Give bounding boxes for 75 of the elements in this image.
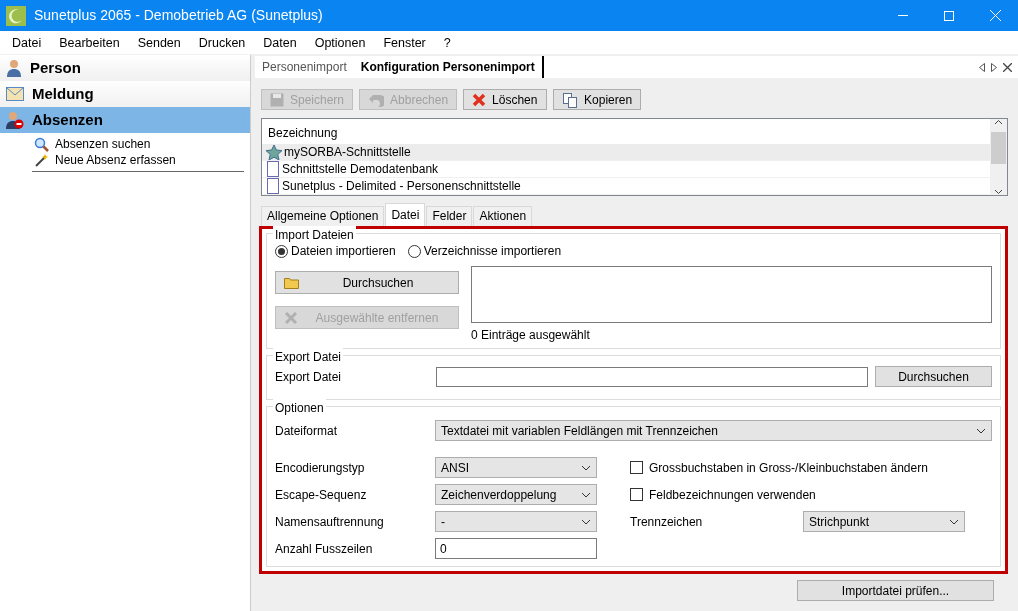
minimize-icon — [898, 15, 908, 16]
undo-arrow-icon — [368, 92, 385, 107]
tab[interactable]: Felder — [426, 206, 473, 226]
scroll-right-icon[interactable] — [991, 62, 997, 72]
dropdown[interactable]: Strichpunkt — [803, 511, 965, 532]
sidebar-task-link[interactable]: Absenzen suchen — [0, 136, 250, 152]
group-title: Import Dateien — [273, 226, 356, 244]
file-button[interactable]: Durchsuchen — [275, 271, 459, 294]
maximize-icon — [944, 10, 954, 21]
tab[interactable]: Datei — [385, 203, 426, 226]
dropdown[interactable]: - — [435, 511, 597, 532]
search-icon — [34, 136, 49, 152]
close-icon — [989, 10, 1001, 21]
browse-button[interactable]: Durchsuchen — [875, 366, 992, 388]
tab[interactable]: Allgemeine Optionen — [261, 206, 385, 226]
field-label: Dateiformat — [275, 422, 339, 440]
person-blocked-icon — [6, 111, 24, 129]
window-title: Sunetplus 2065 - Demobetrieb AG (Sunetplus) — [34, 6, 323, 25]
close-icon[interactable] — [1003, 62, 1012, 72]
menu-item[interactable]: Drucken — [189, 31, 255, 54]
copy-icon — [562, 91, 579, 108]
document-tab[interactable]: Personenimport — [255, 56, 354, 78]
delete-icon — [472, 92, 487, 107]
document-icon — [266, 161, 280, 177]
menu-item[interactable]: Senden — [128, 31, 190, 54]
folder-icon — [284, 276, 300, 289]
input-field[interactable]: 0 — [435, 538, 597, 559]
input-field[interactable] — [436, 366, 868, 387]
radio-option[interactable]: Dateien importieren — [275, 242, 396, 260]
field-label: Export Datei — [275, 368, 343, 386]
menu-item[interactable]: Bearbeiten — [50, 31, 129, 54]
dropdown-caret-icon — [581, 518, 591, 525]
dropdown-caret-icon — [976, 427, 986, 434]
column-header: Bezeichnung — [267, 125, 339, 142]
field-label: Trennzeichen — [630, 513, 704, 531]
star-icon — [266, 144, 282, 160]
menu-item[interactable]: Daten — [254, 31, 306, 54]
list-item[interactable]: mySORBA-Schnittstelle — [262, 144, 990, 161]
dropdown-caret-icon — [581, 464, 591, 471]
dropdown-caret-icon — [949, 518, 959, 525]
field-label: Anzahl Fusszeilen — [275, 540, 374, 558]
sidebar-task-link[interactable]: Neue Absenz erfassen — [0, 152, 250, 168]
dropdown[interactable]: Zeichenverdoppelung — [435, 484, 597, 505]
list-item[interactable]: Schnittstelle Demodatenbank — [262, 161, 990, 178]
checkbox-option[interactable]: Feldbezeichnungen verwenden — [630, 481, 992, 508]
x-icon — [284, 310, 298, 325]
scroll-left-icon[interactable] — [979, 62, 985, 72]
check-import-button[interactable]: Importdatei prüfen... — [797, 580, 994, 601]
radio-option[interactable]: Verzeichnisse importieren — [407, 242, 562, 260]
menu-item[interactable]: Optionen — [305, 31, 375, 54]
tab[interactable]: Aktionen — [473, 206, 533, 226]
checkbox-option[interactable]: Grossbuchstaben in Gross-/Kleinbuchstaben ändern — [630, 454, 992, 481]
list-item[interactable]: Sunetplus - Delimited - Personenschnittstelle — [262, 178, 990, 195]
group-title: Optionen — [273, 399, 326, 417]
field-label: Namensauftrennung — [275, 513, 385, 531]
toolbar-button[interactable]: Löschen — [463, 89, 548, 110]
magic-wand-icon — [34, 152, 49, 168]
vertical-scrollbar[interactable] — [990, 119, 1007, 195]
envelope-icon — [6, 87, 24, 101]
toolbar-button[interactable]: Kopieren — [553, 89, 642, 110]
menu-item[interactable]: ? — [434, 31, 460, 54]
dropdown-caret-icon — [581, 491, 591, 498]
menu-item[interactable]: Datei — [3, 31, 51, 54]
person-icon — [6, 59, 22, 77]
scroll-up-icon[interactable] — [994, 119, 1003, 125]
field-label: Encodierungstyp — [275, 459, 366, 477]
dropdown[interactable]: ANSI — [435, 457, 597, 478]
menu-item[interactable]: Fenster — [374, 31, 435, 54]
sidebar-section[interactable]: Absenzen — [0, 107, 250, 133]
document-tab[interactable]: Konfiguration Personenimport — [353, 56, 544, 78]
selection-count: 0 Einträge ausgewählt — [471, 327, 591, 344]
field-label: Escape-Sequenz — [275, 486, 368, 504]
scroll-down-icon[interactable] — [994, 189, 1003, 195]
dropdown[interactable]: Textdatei mit variablen Feldlängen mit Trennzeichen — [435, 420, 992, 441]
group-title: Export Datei — [273, 348, 344, 367]
